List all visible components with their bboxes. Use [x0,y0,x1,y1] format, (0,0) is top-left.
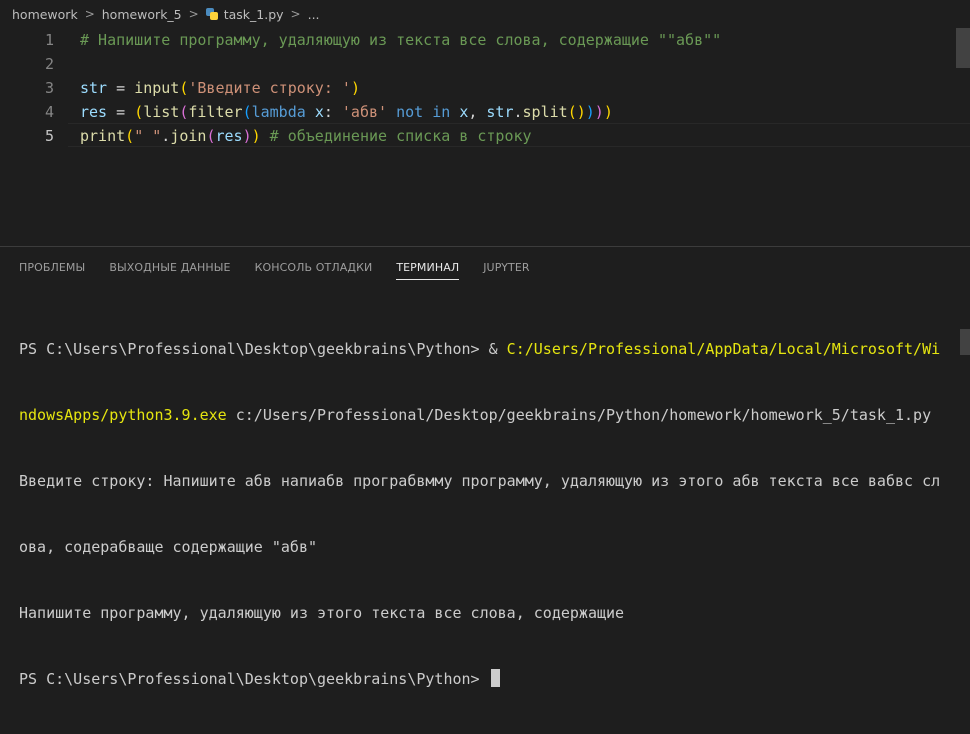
tab-problems[interactable]: ПРОБЛЕМЫ [19,261,85,280]
variable-token: str [486,103,514,121]
operator-token: = [107,103,135,121]
bracket-token: ( [134,103,144,121]
comment-token: # Напишите программу, удаляющую из текст… [80,31,722,49]
operator-token: . [161,127,171,145]
chevron-right-icon: > [84,7,95,21]
tab-terminal[interactable]: ТЕРМИНАЛ [396,261,460,280]
operator-token: = [107,79,135,97]
bracket-token: ( [242,103,252,121]
breadcrumb-homework[interactable]: homework [12,7,78,22]
terminal-line: PS C:\Users\Professional\Desktop\geekbra… [19,668,940,690]
bracket-token: () [567,103,586,121]
code-line-1[interactable]: 1 # Напишите программу, удаляющую из тек… [0,28,970,52]
comment-token: # объединение списка в строку [269,127,532,145]
terminal-line: ова, содерабваще содержащие "абв" [19,538,318,556]
tab-jupyter[interactable]: JUPYTER [483,261,529,280]
variable-token: res [215,127,243,145]
bottom-panel: ПРОБЛЕМЫ ВЫХОДНЫЕ ДАННЫЕ КОНСОЛЬ ОТЛАДКИ… [0,246,970,688]
variable-token: x [459,103,469,121]
bracket-token: ) [603,103,613,121]
function-token: split [522,103,568,121]
terminal-prompt: PS C:\Users\Professional\Desktop\geekbra… [19,670,489,688]
operator-token: . [513,103,523,121]
variable-token: x [314,103,324,121]
terminal-line: ndowsApps/python3.9.exe c:/Users/Profess… [19,404,940,426]
terminal-line: PS C:\Users\Professional\Desktop\geekbra… [19,338,940,360]
line-number: 5 [44,127,54,145]
breadcrumb-more[interactable]: ... [308,7,320,22]
terminal-cursor [490,669,500,687]
bracket-token: ) [585,103,595,121]
terminal-prompt: PS C:\Users\Professional\Desktop\geekbra… [19,340,507,358]
terminal-script-path: c:/Users/Professional/Desktop/geekbrains… [226,406,932,424]
function-token: join [170,127,207,145]
tab-output[interactable]: ВЫХОДНЫЕ ДАННЫЕ [109,261,230,280]
breadcrumb: homework > homework_5 > task_1.py > ... [0,0,970,28]
code-line-3[interactable]: 3 str = input('Введите строку: ') [0,76,970,100]
tab-debug-console[interactable]: КОНСОЛЬ ОТЛАДКИ [255,261,373,280]
line-number: 1 [44,31,54,49]
terminal-exe-path: ndowsApps/python3.9.exe [19,406,227,424]
terminal-line: Введите строку: Напишите абв напиабв про… [19,472,941,490]
bracket-token: ) [350,79,360,97]
bracket-token: ) [251,127,261,145]
terminal-output[interactable]: PS C:\Users\Professional\Desktop\geekbra… [19,294,940,734]
string-token: 'Введите строку: ' [188,79,351,97]
terminal-scrollbar-thumb[interactable] [960,329,970,355]
operator-token: , [468,103,487,121]
terminal-exe-path: C:/Users/Professional/AppData/Local/Micr… [506,340,941,358]
bracket-token: ) [594,103,604,121]
variable-token: res [80,103,108,121]
terminal-line: Напишите программу, удаляющую из этого т… [19,604,625,622]
keyword-token: lambda [251,103,306,121]
code-line-2[interactable]: 2 [0,52,970,76]
function-token: filter [188,103,243,121]
string-token: " " [134,127,162,145]
code-editor[interactable]: 1 # Напишите программу, удаляющую из тек… [0,28,970,240]
function-token: list [143,103,180,121]
chevron-right-icon: > [188,7,199,21]
keyword-token: not in [396,103,451,121]
panel-tabs: ПРОБЛЕМЫ ВЫХОДНЫЕ ДАННЫЕ КОНСОЛЬ ОТЛАДКИ… [19,261,554,280]
string-token: 'абв' [341,103,388,121]
line-number: 4 [44,103,54,121]
line-number: 2 [44,55,54,73]
operator-token: : [323,103,342,121]
breadcrumb-task-1-py[interactable]: task_1.py [224,7,284,22]
variable-token: str [80,79,108,97]
code-line-5[interactable]: 5 print(" ".join(res)) # объединение спи… [0,124,970,148]
python-file-icon [205,8,218,20]
breadcrumb-homework-5[interactable]: homework_5 [102,7,182,22]
line-number: 3 [44,79,54,97]
chevron-right-icon: > [290,7,301,21]
function-token: input [134,79,180,97]
bracket-token: ) [242,127,252,145]
code-line-4[interactable]: 4 res = (list(filter(lambda x: 'абв' not… [0,100,970,124]
bracket-token: ( [125,127,135,145]
function-token: print [80,127,126,145]
